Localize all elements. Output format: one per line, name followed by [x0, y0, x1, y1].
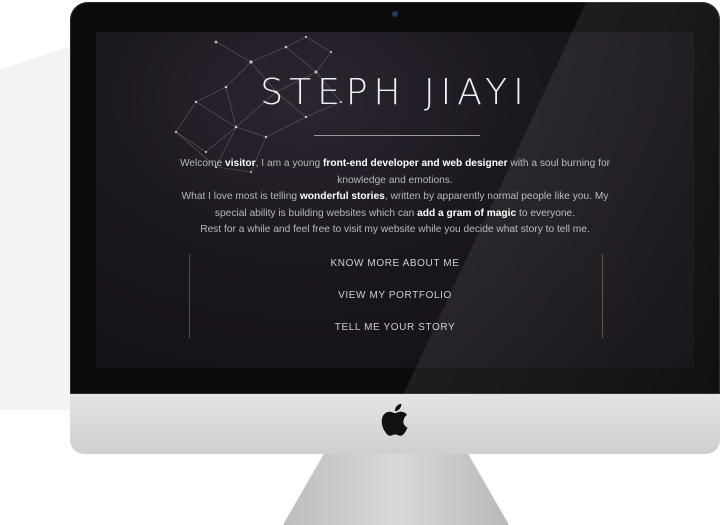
imac-mockup: STEPH JIAYI Welcome visitor, I am a youn… [70, 2, 720, 454]
intro-highlight-magic: add a gram of magic [417, 207, 517, 219]
nav-about-link[interactable]: KNOW MORE ABOUT ME [96, 258, 694, 269]
nav-story-link[interactable]: TELL ME YOUR STORY [96, 322, 694, 333]
intro-text: Welcome visitor, I am a young front-end … [179, 158, 611, 235]
site-title: STEPH JIAYI [260, 72, 530, 113]
website-screen: STEPH JIAYI Welcome visitor, I am a youn… [96, 32, 694, 368]
monitor-bezel: STEPH JIAYI Welcome visitor, I am a youn… [70, 2, 720, 394]
monitor-stand [283, 454, 509, 525]
webcam-icon [392, 11, 398, 17]
intro-highlight-role: front-end developer and web designer [323, 158, 508, 169]
intro-highlight-visitor: visitor [225, 158, 256, 169]
title-divider [314, 135, 480, 136]
intro-highlight-stories: wonderful stories [299, 191, 385, 202]
apple-logo-icon [381, 403, 408, 436]
nav-portfolio-link[interactable]: VIEW MY PORTFOLIO [96, 290, 694, 301]
